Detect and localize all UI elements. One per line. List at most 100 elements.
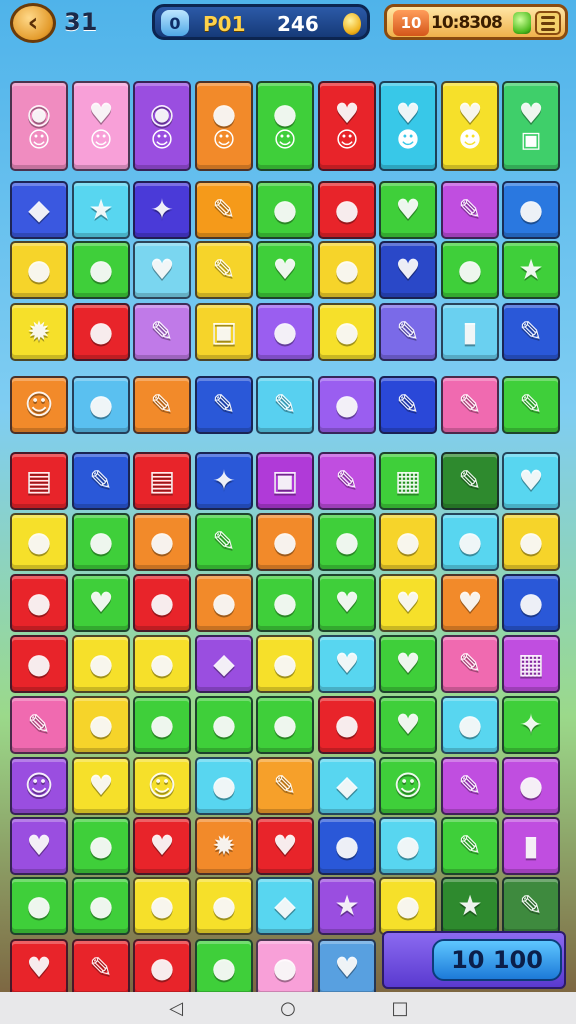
game-tile[interactable]: ✎ — [133, 303, 191, 361]
game-tile[interactable]: ♥ ▣ — [502, 81, 560, 171]
game-tile[interactable]: ▣ — [195, 303, 253, 361]
game-tile[interactable]: ♥ — [318, 574, 376, 632]
game-tile[interactable]: ● — [318, 817, 376, 875]
game-tile[interactable]: ◆ — [195, 635, 253, 693]
game-tile[interactable]: ● — [10, 877, 68, 935]
menu-icon[interactable] — [535, 11, 561, 35]
game-tile[interactable]: ✎ — [195, 513, 253, 571]
game-tile[interactable]: ● — [441, 696, 499, 754]
game-tile[interactable]: ♥ — [502, 452, 560, 510]
game-tile[interactable]: ● — [379, 877, 437, 935]
game-tile[interactable]: ● — [318, 376, 376, 434]
game-tile[interactable]: ✎ — [502, 303, 560, 361]
game-tile[interactable]: ✎ — [441, 376, 499, 434]
game-tile[interactable]: ♥ — [133, 241, 191, 299]
game-tile[interactable]: ▤ — [133, 452, 191, 510]
game-tile[interactable]: ● — [318, 513, 376, 571]
game-tile[interactable]: ◉ ☺ — [10, 81, 68, 171]
game-tile[interactable]: ♥ — [256, 241, 314, 299]
game-tile[interactable]: ✎ — [441, 452, 499, 510]
game-tile[interactable]: ▤ — [10, 452, 68, 510]
game-tile[interactable]: ● — [10, 635, 68, 693]
game-tile[interactable]: ✎ — [195, 241, 253, 299]
game-tile[interactable]: ♥ — [318, 939, 376, 997]
game-tile[interactable]: ● — [72, 241, 130, 299]
game-tile[interactable]: ● — [72, 877, 130, 935]
game-tile[interactable]: ● — [133, 574, 191, 632]
game-tile[interactable]: ▦ — [502, 635, 560, 693]
game-tile[interactable]: ♥ — [318, 635, 376, 693]
game-tile[interactable]: ● — [72, 303, 130, 361]
game-tile[interactable]: ☺ — [10, 757, 68, 815]
game-tile[interactable]: ● — [256, 303, 314, 361]
game-tile[interactable]: ★ — [441, 877, 499, 935]
game-tile[interactable]: ✎ — [256, 376, 314, 434]
game-tile[interactable]: ♥ — [379, 574, 437, 632]
game-tile[interactable]: ● — [10, 574, 68, 632]
game-tile[interactable]: ✹ — [195, 817, 253, 875]
game-tile[interactable]: ● — [441, 513, 499, 571]
game-tile[interactable]: ✎ — [441, 757, 499, 815]
game-tile[interactable]: ● — [256, 574, 314, 632]
game-tile[interactable]: ☺ — [10, 376, 68, 434]
game-tile[interactable]: ✎ — [502, 376, 560, 434]
game-tile[interactable]: ♥ — [379, 241, 437, 299]
game-tile[interactable]: ● — [318, 696, 376, 754]
game-tile[interactable]: ✦ — [195, 452, 253, 510]
game-tile[interactable]: ● ☺ — [195, 81, 253, 171]
back-arrow-icon[interactable]: ‹ — [10, 3, 56, 43]
game-tile[interactable]: ♥ — [10, 817, 68, 875]
game-tile[interactable]: ● — [10, 241, 68, 299]
game-tile[interactable]: ● — [195, 939, 253, 997]
game-tile[interactable]: ✎ — [72, 939, 130, 997]
game-tile[interactable]: ★ — [318, 877, 376, 935]
game-tile[interactable]: ● — [318, 181, 376, 239]
game-tile[interactable]: ● — [72, 513, 130, 571]
game-tile[interactable]: ☺ — [133, 757, 191, 815]
game-tile[interactable]: ✎ — [379, 376, 437, 434]
game-tile[interactable]: ✎ — [441, 817, 499, 875]
game-tile[interactable]: ● — [195, 877, 253, 935]
game-tile[interactable]: ● — [502, 513, 560, 571]
game-tile[interactable]: ✎ — [256, 757, 314, 815]
game-tile[interactable]: ● — [10, 513, 68, 571]
game-tile[interactable]: ● — [318, 303, 376, 361]
game-tile[interactable]: ✹ — [10, 303, 68, 361]
game-tile[interactable]: ◆ — [10, 181, 68, 239]
game-tile[interactable]: ♥ ☺ — [72, 81, 130, 171]
game-tile[interactable]: ● — [133, 696, 191, 754]
game-tile[interactable]: ● — [256, 635, 314, 693]
game-tile[interactable]: ✎ — [72, 452, 130, 510]
game-tile[interactable]: ● — [133, 635, 191, 693]
moves-counter[interactable]: 10 100 — [432, 939, 562, 981]
game-tile[interactable]: ● — [318, 241, 376, 299]
game-tile[interactable]: ● — [133, 939, 191, 997]
game-tile[interactable]: ✦ — [133, 181, 191, 239]
game-tile[interactable]: ◆ — [318, 757, 376, 815]
game-tile[interactable]: ♥ — [72, 757, 130, 815]
game-tile[interactable]: ● — [195, 696, 253, 754]
game-tile[interactable]: ● — [256, 696, 314, 754]
game-tile[interactable]: ● — [133, 877, 191, 935]
game-tile[interactable]: ● — [379, 513, 437, 571]
game-tile[interactable]: ♥ ☺ — [318, 81, 376, 171]
game-tile[interactable]: ● — [256, 939, 314, 997]
game-tile[interactable]: ● — [72, 635, 130, 693]
game-tile[interactable]: ▮ — [502, 817, 560, 875]
game-tile[interactable]: ♥ — [256, 817, 314, 875]
game-tile[interactable]: ● — [441, 241, 499, 299]
game-tile[interactable]: ✎ — [441, 181, 499, 239]
home-nav-icon[interactable]: ○ — [273, 998, 303, 1019]
game-tile[interactable]: ♥ — [72, 574, 130, 632]
game-tile[interactable]: ♥ ☻ — [379, 81, 437, 171]
game-tile[interactable]: ▮ — [441, 303, 499, 361]
game-tile[interactable]: ♥ — [10, 939, 68, 997]
game-tile[interactable]: ● — [133, 513, 191, 571]
back-nav-icon[interactable]: ◁ — [161, 998, 191, 1019]
game-tile[interactable]: ✎ — [133, 376, 191, 434]
game-tile[interactable]: ● — [72, 817, 130, 875]
game-tile[interactable]: ✎ — [195, 376, 253, 434]
game-tile[interactable]: ☺ — [379, 757, 437, 815]
game-tile[interactable]: ♥ — [441, 574, 499, 632]
game-tile[interactable]: ● ☺ — [256, 81, 314, 171]
